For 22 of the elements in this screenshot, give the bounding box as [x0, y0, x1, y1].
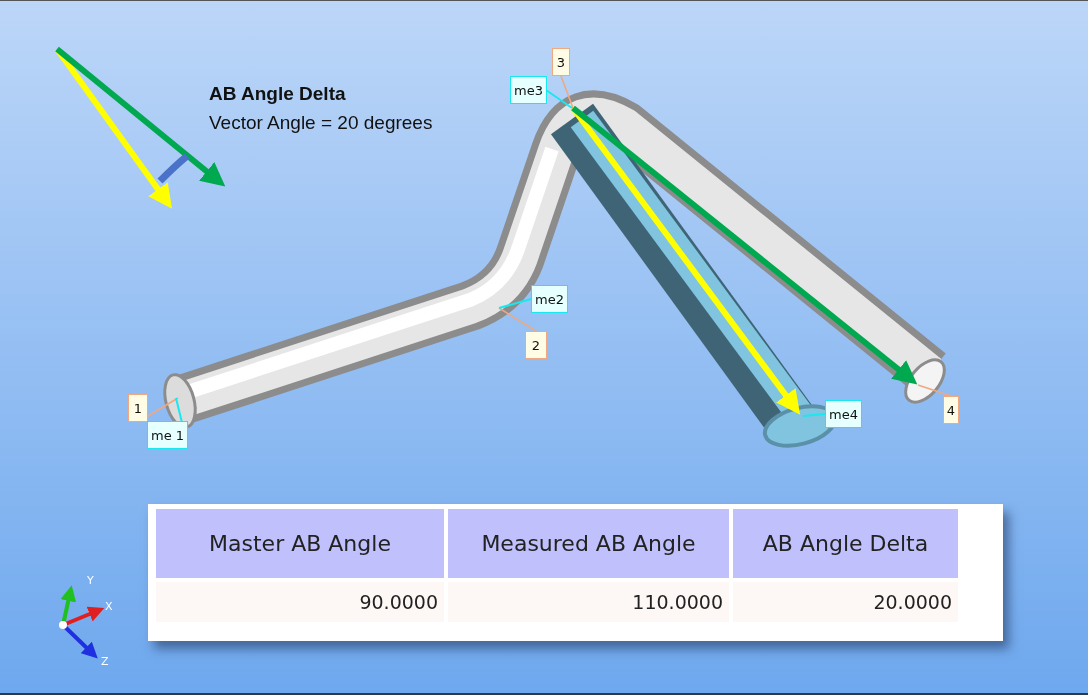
column-header: AB Angle Delta [733, 509, 958, 578]
leader-line [802, 413, 826, 417]
point-label: 1 [128, 394, 148, 422]
axis-label: X [105, 600, 113, 613]
point-label: 2 [525, 331, 547, 359]
point-label: 3 [552, 48, 570, 76]
column-header: Master AB Angle [156, 509, 444, 578]
axis-label: Z [101, 655, 109, 668]
point-label: 4 [943, 396, 959, 424]
axis-triad-icon [59, 585, 105, 659]
annotation-title: AB Angle Delta [209, 83, 346, 105]
annotation-text: Vector Angle = 20 degrees [209, 112, 433, 134]
measurement-label: me3 [510, 76, 547, 104]
table-cell: 20.0000 [733, 582, 958, 622]
table-cell: 110.0000 [448, 582, 729, 622]
axis-label: Y [87, 574, 94, 587]
measurement-label: me 1 [147, 421, 189, 449]
column-header: Measured AB Angle [448, 509, 729, 578]
measurement-label: me2 [531, 285, 568, 313]
leader-line [917, 384, 952, 397]
table-cell: 90.0000 [156, 582, 444, 622]
measurement-label: me4 [825, 400, 862, 428]
